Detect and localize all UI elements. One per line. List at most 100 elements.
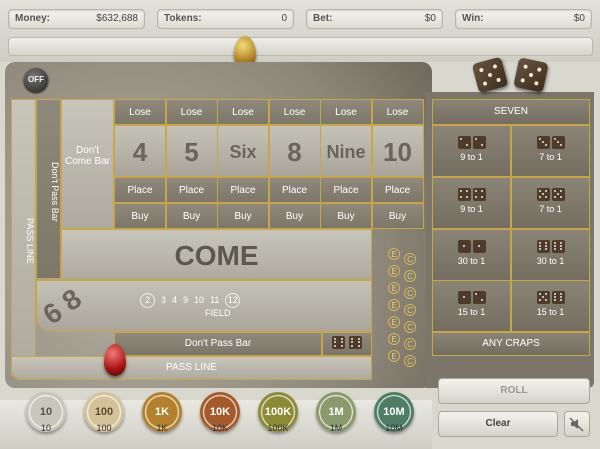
prop-odds: 9 to 1 [460,203,483,214]
pass-line[interactable]: PASS LINE [11,356,372,380]
eleven-bet[interactable]: E [388,316,400,328]
point-lose-0[interactable]: Lose [114,99,166,125]
chip-label: 10 [40,423,51,433]
die-icon [536,239,550,253]
win-display: Win: $0 [455,9,592,29]
point-box-4[interactable]: Nine [320,125,372,177]
prop-bet[interactable]: 9 to 1 [432,176,511,229]
point-buy-3[interactable]: Buy [268,203,321,229]
craps-bet[interactable]: C [404,321,416,333]
point-box-1[interactable]: 5 [165,125,218,177]
come-area[interactable]: COME [61,229,372,280]
dont-pass-bar-label: Don't Pass Bar [184,338,252,349]
point-box-0[interactable]: 4 [114,125,166,177]
dont-pass-side[interactable]: Don't Pass Bar [36,99,61,279]
field-label: FIELD [205,308,231,318]
prop-bet[interactable]: 30 to 1 [432,228,511,281]
point-buy-1[interactable]: Buy [165,203,218,229]
die-icon [472,187,486,201]
eleven-bet[interactable]: E [388,333,400,345]
point-box-3[interactable]: 8 [268,125,321,177]
dice-pair [433,187,510,201]
prop-bet[interactable]: 15 to 1 [511,280,590,333]
point-place-1[interactable]: Place [165,177,218,203]
chip-label: 10M [385,423,403,433]
roll-button[interactable]: ROLL [438,378,590,404]
die-icon [536,187,550,201]
craps-bet[interactable]: C [404,287,416,299]
die-icon [331,336,345,349]
win-value: $0 [573,13,585,24]
die-icon [551,136,565,149]
craps-bet[interactable]: C [404,355,416,367]
craps-bet[interactable]: C [404,338,416,350]
bet-display: Bet: $0 [306,9,443,29]
point-place-0[interactable]: Place [114,177,166,203]
field-number: 12 [225,293,241,308]
chip-label: 100 [96,423,112,433]
point-lose-4[interactable]: Lose [320,99,372,125]
prop-bet[interactable]: 7 to 1 [511,176,590,229]
prop-odds: 15 to 1 [457,307,486,318]
point-place-4[interactable]: Place [320,177,372,203]
bet-value: $0 [424,13,436,24]
dont-pass-bar[interactable]: Don't Pass Bar [114,332,322,356]
point-buy-2[interactable]: Buy [217,203,269,229]
eleven-bet[interactable]: E [388,350,400,362]
boxcars-hint [322,332,372,356]
craps-bet[interactable]: C [404,253,416,265]
die-icon [457,291,471,305]
point-place-2[interactable]: Place [217,177,269,203]
point-place-3[interactable]: Place [268,177,321,203]
die-icon [457,136,471,149]
point-lose-2[interactable]: Lose [217,99,269,125]
field-numbers: 2 3 4 9 10 11 12 [137,293,243,308]
die-icon [349,336,363,349]
dont-come-bar[interactable]: Don't Come Bar [61,99,114,229]
any-craps-bet[interactable]: ANY CRAPS [432,332,590,356]
eleven-bet[interactable]: E [388,282,400,294]
field-area[interactable]: 6 8 2 3 4 9 10 11 12 FIELD [36,280,372,332]
point-buy-0[interactable]: Buy [114,203,166,229]
prop-odds: 7 to 1 [539,152,562,162]
off-puck[interactable]: OFF [24,68,48,92]
any-craps-label: ANY CRAPS [482,338,540,349]
dice-pair [433,136,510,149]
sound-muted-icon [569,417,584,432]
craps-bet[interactable]: C [404,270,416,282]
clear-button[interactable]: Clear [438,411,558,437]
point-lose-1[interactable]: Lose [165,99,218,125]
dice-icon [513,57,549,93]
eleven-bet[interactable]: E [388,248,400,260]
big-6-8-label[interactable]: 6 8 [37,283,87,332]
prop-bet[interactable]: 9 to 1 [432,125,511,177]
sound-button[interactable] [564,411,590,437]
prop-odds: 30 to 1 [536,255,565,266]
point-lose-5[interactable]: Lose [371,99,424,125]
red-egg-icon[interactable] [104,344,126,376]
chip-label: 1M [329,423,343,433]
prop-odds: 15 to 1 [536,307,565,318]
field-number: 4 [172,295,178,305]
prop-bet[interactable]: 30 to 1 [511,228,590,281]
point-buy-4[interactable]: Buy [320,203,372,229]
seven-bet[interactable]: SEVEN [432,99,590,125]
eleven-bet[interactable]: E [388,299,400,311]
prop-bet[interactable]: 7 to 1 [511,125,590,177]
point-lose-3[interactable]: Lose [268,99,321,125]
eleven-bet[interactable]: E [388,265,400,277]
dice-pair [433,239,510,253]
craps-bet[interactable]: C [404,304,416,316]
point-buy-5[interactable]: Buy [371,203,424,229]
win-label: Win: [462,13,484,24]
die-icon [457,187,471,201]
prop-bet[interactable]: 15 to 1 [432,280,511,333]
dice-pair [512,291,589,305]
point-box-5[interactable]: 10 [371,125,424,177]
point-box-2[interactable]: Six [217,125,269,177]
field-number: 2 [140,293,155,308]
point-place-5[interactable]: Place [371,177,424,203]
money-display: Money: $632,688 [8,9,145,29]
chip-label: 1K [156,423,168,433]
pass-line-side[interactable]: PASS LINE [11,99,36,376]
